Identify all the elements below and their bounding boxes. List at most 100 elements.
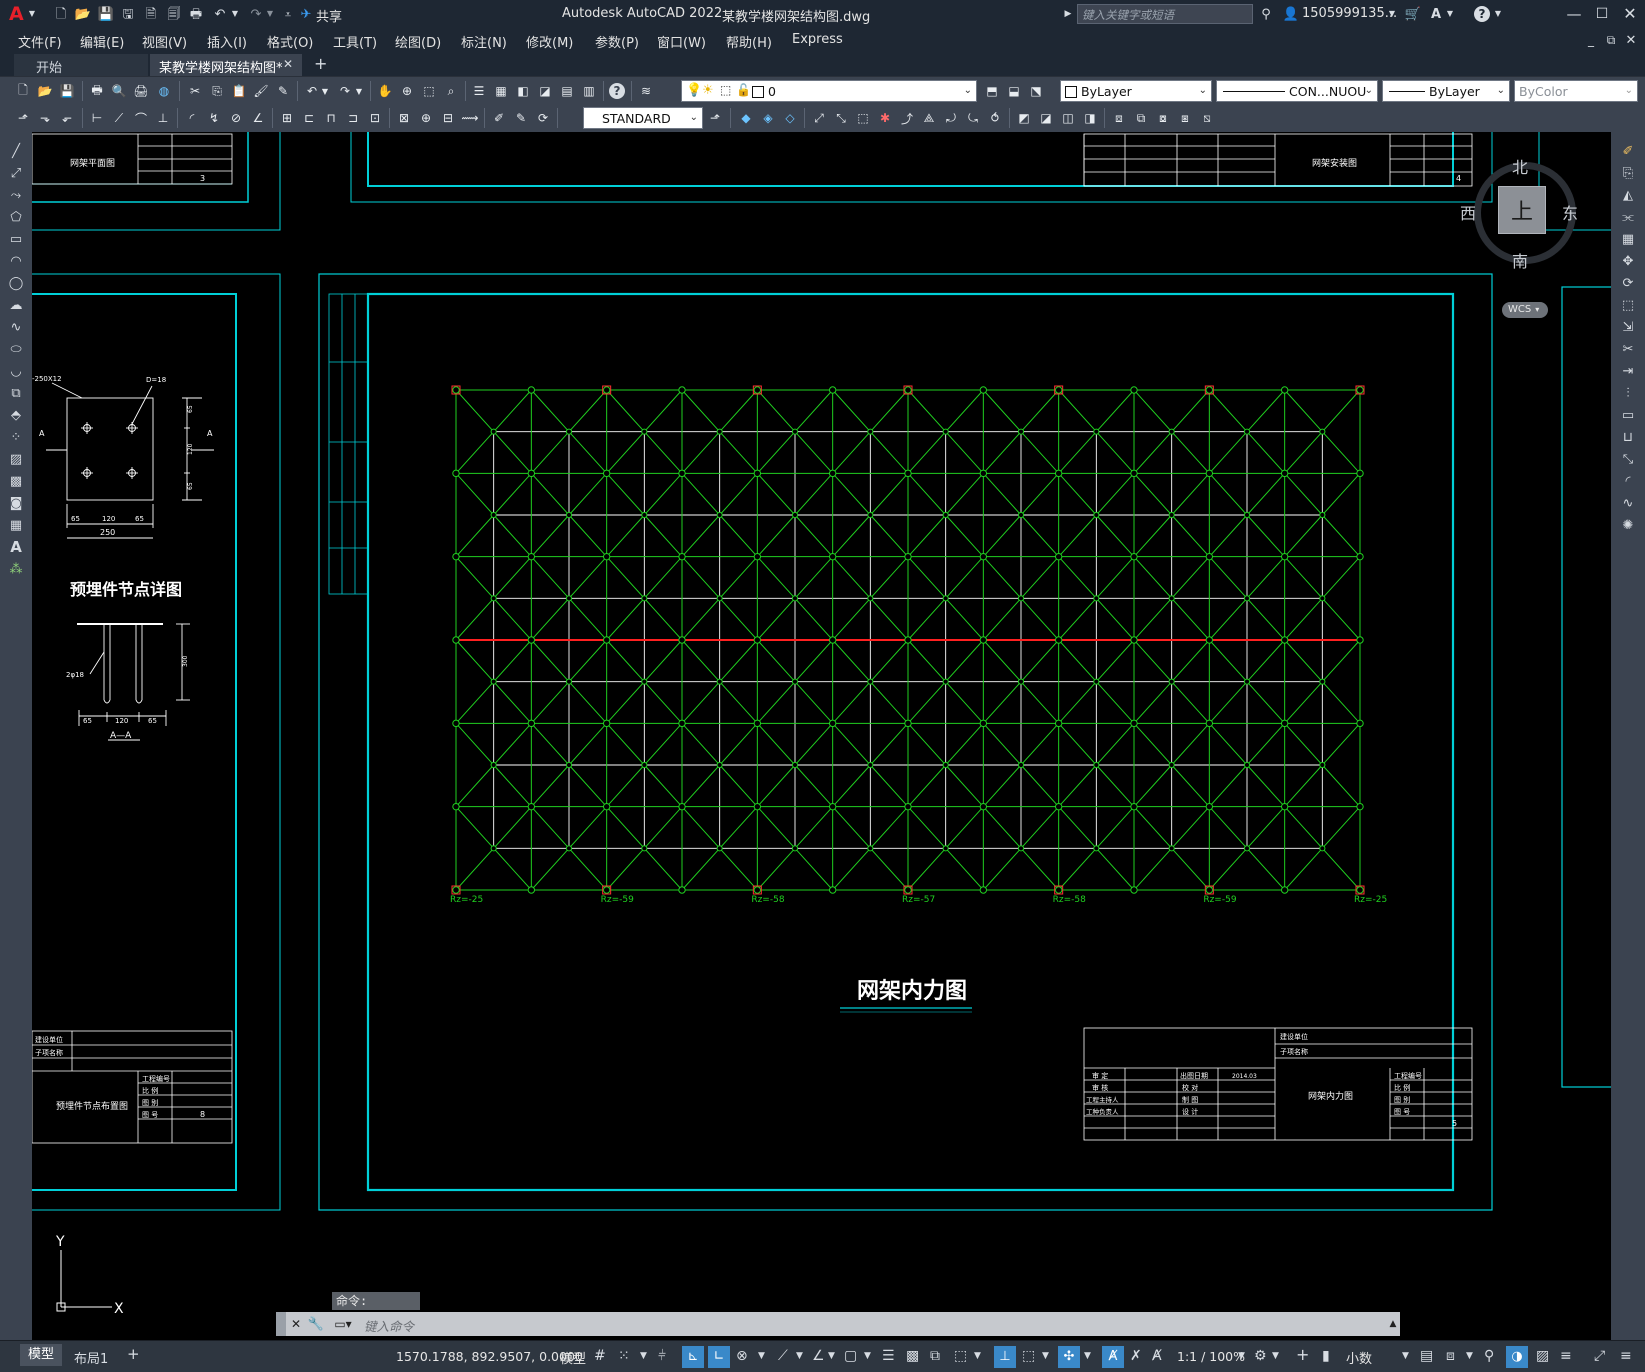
lineweight-dropdown[interactable]: ByLayer ⌄ <box>1382 80 1510 102</box>
menu-help[interactable]: 帮助(H) <box>726 32 772 51</box>
snap-dropdown-icon[interactable]: ▼ <box>640 1352 647 1361</box>
break-at-point-icon[interactable]: ⫶ <box>1619 384 1637 402</box>
solid-wedge-icon[interactable]: ⧉ <box>1132 109 1150 127</box>
continue-dim-icon[interactable]: ⊓ <box>322 109 340 127</box>
linear-dim-icon[interactable]: ⊢ <box>88 109 106 127</box>
tab-drawing[interactable]: 某教学楼网架结构图* ✕ <box>150 54 302 76</box>
command-input[interactable]: 键入命令 <box>360 1314 1390 1334</box>
table-icon[interactable]: ▦ <box>7 516 25 534</box>
zoom-realtime-icon[interactable]: ⊕ <box>398 82 416 100</box>
help-icon[interactable]: ? <box>609 83 625 99</box>
save-as-icon[interactable]: 🖫 <box>120 6 136 22</box>
help-dropdown-icon[interactable]: ▼ <box>1494 8 1502 20</box>
inspect-icon[interactable]: ⊟ <box>439 109 457 127</box>
command-customize-icon[interactable]: 🔧 <box>308 1316 324 1332</box>
stretch-icon[interactable]: ⇲ <box>1619 318 1637 336</box>
radius-dim-icon[interactable]: ◜ <box>183 109 201 127</box>
menu-window[interactable]: 窗口(W) <box>657 32 706 51</box>
circle-icon[interactable]: ◯ <box>7 274 25 292</box>
doc-minimize-icon[interactable]: _ <box>1584 32 1598 48</box>
polygon-icon[interactable]: ⬠ <box>7 208 25 226</box>
save-web-icon[interactable]: 🗐 <box>166 6 182 22</box>
add-layout-button[interactable]: + <box>127 1345 140 1363</box>
layer-thaw-icon[interactable]: ☀ <box>702 83 714 98</box>
viewcube[interactable]: 上 北 南 西 东 <box>1460 154 1578 271</box>
3d-dwf-icon[interactable]: ◍ <box>155 82 173 100</box>
menu-dimension[interactable]: 标注(N) <box>461 32 507 51</box>
user-name[interactable]: 1505999135... <box>1302 6 1397 21</box>
sheet-set-icon[interactable]: ◪ <box>536 82 554 100</box>
construction-line-icon[interactable]: ⤢ <box>7 164 25 182</box>
ucs-view-icon[interactable]: ⬚ <box>854 109 872 127</box>
search-input[interactable]: 键入关键字或短语 <box>1077 4 1253 24</box>
extend-icon[interactable]: ⇥ <box>1619 362 1637 380</box>
tab-layout1[interactable]: 布局1 <box>74 1348 108 1367</box>
object-snap-tracking-dropdown-icon[interactable]: ▼ <box>828 1352 835 1361</box>
redo-dropdown-icon[interactable]: ▼ <box>266 8 274 20</box>
quick-dim-icon[interactable]: ⊞ <box>278 109 296 127</box>
doc-close-icon[interactable]: ✕ <box>1624 32 1638 48</box>
plot-icon[interactable]: 🖶 <box>188 6 204 22</box>
design-center-icon[interactable]: ▦ <box>492 82 510 100</box>
plot-preview-icon[interactable]: 🔍 <box>110 82 128 100</box>
ucs-x-icon[interactable]: ⤾ <box>942 109 960 127</box>
linetype-dropdown[interactable]: CON...NUOU ⌄ <box>1216 80 1378 102</box>
cart-icon[interactable]: 🛒 <box>1405 6 1421 22</box>
undo-dropdown-icon[interactable]: ▼ <box>231 8 239 20</box>
dim-space-icon[interactable]: ⊐ <box>344 109 362 127</box>
viewport-poly-icon[interactable]: ◪ <box>1037 109 1055 127</box>
lineweight-icon[interactable]: ☰ <box>882 1349 895 1363</box>
save-icon[interactable]: 💾 <box>58 82 76 100</box>
point-icon[interactable]: ⁘ <box>7 428 25 446</box>
markup-icon[interactable]: ▤ <box>558 82 576 100</box>
annotation-scale-icon[interactable]: Ⱥ <box>1152 1349 1162 1363</box>
offset-icon[interactable]: ⫘ <box>1619 208 1637 226</box>
annotation-scale-value[interactable]: 1:1 / 100% <box>1177 1349 1245 1364</box>
quick-properties-icon[interactable]: ▤ <box>1420 1349 1433 1363</box>
layer-state-icon[interactable]: ⬔ <box>1027 82 1045 100</box>
tab-close-icon[interactable]: ✕ <box>283 57 293 71</box>
line-icon[interactable]: ╱ <box>7 142 25 160</box>
undo-dropdown-icon[interactable]: ▼ <box>320 82 330 100</box>
fillet-icon[interactable]: ◜ <box>1619 472 1637 490</box>
share-icon[interactable]: ✈ <box>298 6 314 22</box>
tab-model[interactable]: 模型 <box>20 1344 62 1366</box>
match-properties-icon[interactable]: 🖌 <box>252 82 270 100</box>
grid-icon[interactable]: # <box>594 1349 606 1363</box>
annotation-monitor-icon[interactable]: + <box>1296 1347 1309 1363</box>
fullscreen-icon[interactable]: ⤢ <box>1594 1349 1605 1363</box>
ucs-z-icon[interactable]: ⥀ <box>986 109 1004 127</box>
scale-dropdown-icon[interactable]: ▼ <box>1238 1352 1245 1361</box>
ucs-object-icon[interactable]: ⤡ <box>832 109 850 127</box>
customization-icon[interactable]: ≡ <box>1560 1349 1572 1363</box>
dim-break-icon[interactable]: ⊡ <box>366 109 384 127</box>
menu-draw[interactable]: 绘图(D) <box>395 32 441 51</box>
autodesk-a360-icon[interactable]: A <box>1428 6 1444 22</box>
ucs-zaxis-icon[interactable]: ⤴ <box>898 109 916 127</box>
gizmo-dropdown-icon[interactable]: ▼ <box>1084 1352 1091 1361</box>
gradient-icon[interactable]: ▩ <box>7 472 25 490</box>
make-current-layer-icon[interactable]: ⬒ <box>983 82 1001 100</box>
command-scroll-icon[interactable]: ▲ <box>1388 1316 1398 1332</box>
share-button[interactable]: 共享 <box>316 6 342 25</box>
lock-dropdown-icon[interactable]: ▼ <box>1466 1352 1473 1361</box>
dynamic-input-icon[interactable]: ⊾ <box>682 1346 704 1368</box>
dim-update-icon[interactable]: ⟳ <box>534 109 552 127</box>
solid-revolve-icon[interactable]: ⧆ <box>1176 109 1194 127</box>
menu-parametric[interactable]: 参数(P) <box>595 32 639 51</box>
menu-format[interactable]: 格式(O) <box>267 32 313 51</box>
snap-icon[interactable]: ⁙ <box>618 1349 630 1363</box>
trim-icon[interactable]: ✂ <box>1619 340 1637 358</box>
search-expand-icon[interactable]: ▶ <box>1064 8 1072 20</box>
isodraft-dropdown-icon[interactable]: ▼ <box>796 1352 803 1361</box>
new-tab-button[interactable]: + <box>314 54 327 73</box>
polar-icon[interactable]: ⊗ <box>736 1349 748 1363</box>
solid-extrude-icon[interactable]: ⧇ <box>1154 109 1172 127</box>
tab-start[interactable]: 开始 <box>14 54 148 76</box>
viewcube-top-face[interactable]: 上 <box>1498 186 1546 234</box>
3d-object-snap-icon[interactable]: ⬚ <box>954 1349 967 1363</box>
clean-screen-icon[interactable]: ▨ <box>1536 1349 1549 1363</box>
break-icon[interactable]: ▭ <box>1619 406 1637 424</box>
jogged-linear-icon[interactable]: ⟿ <box>461 109 479 127</box>
new-file-icon[interactable]: 🗋 <box>53 6 69 22</box>
